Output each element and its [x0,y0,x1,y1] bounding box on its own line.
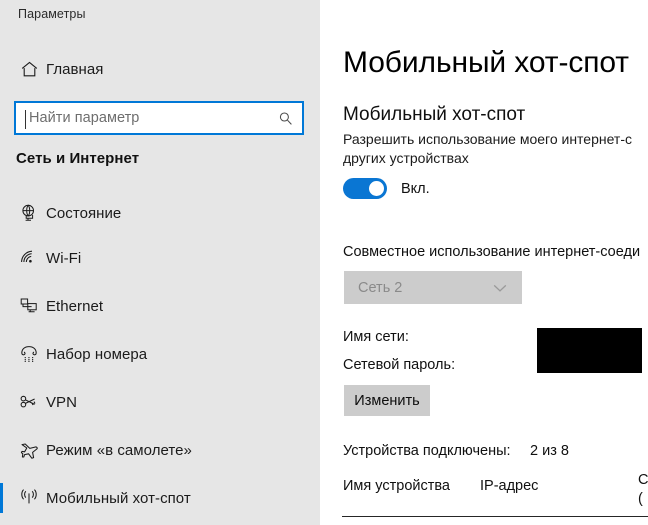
airplane-icon [12,440,46,461]
settings-window: Параметры Главная Найти параметр Сеть и … [0,0,648,525]
page-title: Мобильный хот-спот [343,46,629,79]
sidebar-item-airplane-mode[interactable]: Режим «в самолете» [0,429,320,471]
ethernet-icon [12,296,46,316]
share-connection-label: Совместное использование интернет-соеди [343,244,641,260]
network-name-label: Имя сети: [343,329,409,345]
toggle-knob [369,181,384,196]
phone-dial-icon [12,344,46,364]
hotspot-block-description: Разрешить использование моего интернет-с… [343,131,633,166]
sidebar-item-home[interactable]: Главная [0,48,320,90]
sidebar-item-dialup-label: Набор номера [46,345,148,363]
hotspot-toggle-state-label: Вкл. [401,180,430,197]
sidebar-item-wifi-label: Wi-Fi [46,249,82,267]
table-header-mac-address: С ( [638,472,648,507]
sidebar-item-ethernet-label: Ethernet [46,297,104,315]
sidebar-item-dialup[interactable]: Набор номера [0,333,320,375]
selection-accent-bar [0,483,3,513]
redaction-box [537,328,642,373]
sidebar-item-ethernet[interactable]: Ethernet [0,285,320,327]
sidebar-item-status[interactable]: Состояние [0,192,320,234]
wifi-icon [12,248,46,268]
sidebar-item-wifi[interactable]: Wi-Fi [0,237,320,279]
table-header-device-name: Имя устройства [343,478,450,494]
sidebar-item-status-label: Состояние [46,204,122,222]
chevron-down-icon [492,281,508,299]
window-title: Параметры [18,7,86,21]
table-header-ip-address: IP-адрес [480,478,539,494]
search-input[interactable]: Найти параметр [14,101,304,135]
devices-connected-count: 2 из 8 [530,443,569,459]
sidebar-item-home-label: Главная [46,60,104,78]
sidebar-item-mobile-hotspot-label: Мобильный хот-спот [46,489,191,507]
table-header-divider [342,516,648,517]
devices-connected-label: Устройства подключены: [343,443,511,459]
hotspot-toggle[interactable] [343,178,387,199]
sidebar-item-mobile-hotspot[interactable]: Мобильный хот-спот [0,477,320,519]
search-icon[interactable] [278,111,293,131]
network-password-label: Сетевой пароль: [343,357,456,373]
hotspot-icon [12,488,46,508]
share-connection-dropdown-value: Сеть 2 [358,279,403,296]
hotspot-block-title: Мобильный хот-спот [343,104,526,125]
vpn-key-icon [12,392,46,412]
sidebar-item-airplane-mode-label: Режим «в самолете» [46,441,192,459]
edit-button[interactable]: Изменить [344,385,430,416]
sidebar: Параметры Главная Найти параметр Сеть и … [0,0,320,525]
hotspot-toggle-row: Вкл. [343,178,430,199]
sidebar-item-vpn[interactable]: VPN [0,381,320,423]
share-connection-dropdown[interactable]: Сеть 2 [344,271,522,304]
globe-status-icon [12,203,46,223]
sidebar-item-vpn-label: VPN [46,393,77,411]
text-caret [25,110,26,129]
search-input-placeholder: Найти параметр [29,110,140,126]
content-pane: Мобильный хот-спот Мобильный хот-спот Ра… [320,0,648,525]
home-icon [12,60,46,79]
sidebar-section-heading: Сеть и Интернет [16,150,140,167]
